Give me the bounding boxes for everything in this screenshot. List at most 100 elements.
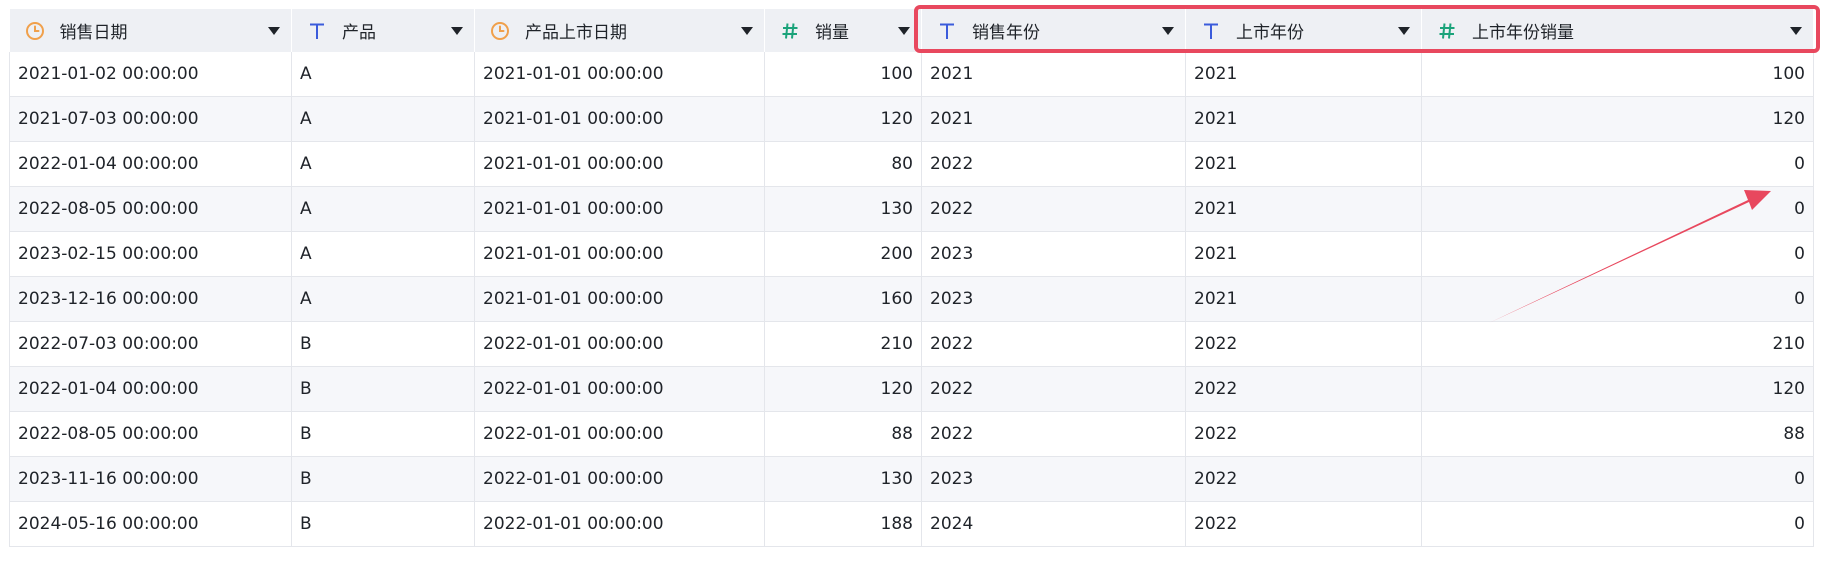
- table-cell[interactable]: 2021-01-01 00:00:00: [474, 231, 765, 277]
- table-cell[interactable]: A: [291, 276, 475, 322]
- table-row[interactable]: 2023-02-15 00:00:00 A 2021-01-01 00:00:00 2…: [9, 231, 1814, 277]
- column-header[interactable]: 销售日期: [9, 9, 292, 52]
- table-cell[interactable]: 2021: [921, 52, 1186, 97]
- table-row[interactable]: 2023-12-16 00:00:00 A 2021-01-01 00:00:00 1…: [9, 276, 1814, 322]
- table-cell[interactable]: 2022: [921, 186, 1186, 232]
- table-cell[interactable]: 2021: [921, 96, 1186, 142]
- table-cell[interactable]: 100: [764, 52, 922, 97]
- table-cell[interactable]: 2022: [1185, 456, 1422, 502]
- table-row[interactable]: 2024-05-16 00:00:00 B 2022-01-01 00:00:00 1…: [9, 501, 1814, 547]
- table-cell[interactable]: 80: [764, 141, 922, 187]
- table-cell[interactable]: A: [291, 186, 475, 232]
- table-cell[interactable]: 130: [764, 456, 922, 502]
- table-cell[interactable]: 2022-01-01 00:00:00: [474, 411, 765, 457]
- table-cell[interactable]: 88: [1421, 411, 1814, 457]
- column-header[interactable]: 产品上市日期: [474, 9, 765, 52]
- table-cell[interactable]: B: [291, 456, 475, 502]
- table-row[interactable]: 2021-07-03 00:00:00 A 2021-01-01 00:00:00 1…: [9, 96, 1814, 142]
- table-row[interactable]: 2022-01-04 00:00:00 B 2022-01-01 00:00:00 1…: [9, 366, 1814, 412]
- table-cell[interactable]: 0: [1421, 276, 1814, 322]
- table-cell[interactable]: 88: [764, 411, 922, 457]
- table-cell[interactable]: 2021: [1185, 52, 1422, 97]
- table-cell[interactable]: 2021: [1185, 96, 1422, 142]
- table-cell[interactable]: 2021: [1185, 186, 1422, 232]
- table-cell[interactable]: 2023: [921, 456, 1186, 502]
- table-cell[interactable]: 2021-01-01 00:00:00: [474, 96, 765, 142]
- table-row[interactable]: 2023-11-16 00:00:00 B 2022-01-01 00:00:00 1…: [9, 456, 1814, 502]
- table-cell[interactable]: 2024-05-16 00:00:00: [9, 501, 292, 547]
- table-cell[interactable]: 2021-01-01 00:00:00: [474, 186, 765, 232]
- table-cell[interactable]: B: [291, 321, 475, 367]
- table-cell[interactable]: 2022: [921, 366, 1186, 412]
- table-cell[interactable]: 188: [764, 501, 922, 547]
- column-header[interactable]: 上市年份: [1185, 9, 1422, 52]
- table-cell[interactable]: 2022: [1185, 366, 1422, 412]
- table-cell[interactable]: 2022-08-05 00:00:00: [9, 186, 292, 232]
- table-cell[interactable]: B: [291, 501, 475, 547]
- table-cell[interactable]: 2022-01-01 00:00:00: [474, 366, 765, 412]
- table-cell[interactable]: 2022-01-01 00:00:00: [474, 501, 765, 547]
- table-cell[interactable]: 120: [1421, 96, 1814, 142]
- table-cell[interactable]: 0: [1421, 501, 1814, 547]
- table-cell[interactable]: 2022: [921, 141, 1186, 187]
- table-cell[interactable]: 2024: [921, 501, 1186, 547]
- table-cell[interactable]: 200: [764, 231, 922, 277]
- table-cell[interactable]: 2021: [1185, 231, 1422, 277]
- table-cell[interactable]: 2022: [1185, 501, 1422, 547]
- table-row[interactable]: 2022-07-03 00:00:00 B 2022-01-01 00:00:00 2…: [9, 321, 1814, 367]
- table-cell[interactable]: 160: [764, 276, 922, 322]
- table-cell[interactable]: 0: [1421, 186, 1814, 232]
- table-cell[interactable]: 210: [764, 321, 922, 367]
- table-cell[interactable]: 2021-07-03 00:00:00: [9, 96, 292, 142]
- table-cell[interactable]: 0: [1421, 141, 1814, 187]
- table-row[interactable]: 2021-01-02 00:00:00 A 2021-01-01 00:00:00 1…: [9, 52, 1814, 97]
- table-cell[interactable]: A: [291, 231, 475, 277]
- table-cell[interactable]: 2022-08-05 00:00:00: [9, 411, 292, 457]
- table-cell[interactable]: A: [291, 96, 475, 142]
- chevron-down-icon[interactable]: [1397, 24, 1411, 38]
- chevron-down-icon[interactable]: [740, 24, 754, 38]
- table-cell[interactable]: 2021-01-01 00:00:00: [474, 52, 765, 97]
- table-cell[interactable]: 2021: [1185, 276, 1422, 322]
- table-cell[interactable]: 100: [1421, 52, 1814, 97]
- table-row[interactable]: 2022-08-05 00:00:00 B 2022-01-01 00:00:00 8…: [9, 411, 1814, 457]
- table-cell[interactable]: 2021: [1185, 141, 1422, 187]
- table-cell[interactable]: 2022: [1185, 411, 1422, 457]
- table-cell[interactable]: 2022: [921, 411, 1186, 457]
- column-header[interactable]: 产品: [291, 9, 475, 52]
- table-cell[interactable]: 2022: [1185, 321, 1422, 367]
- table-cell[interactable]: 2023: [921, 276, 1186, 322]
- table-cell[interactable]: 0: [1421, 231, 1814, 277]
- chevron-down-icon[interactable]: [1789, 24, 1803, 38]
- table-cell[interactable]: 120: [764, 96, 922, 142]
- table-cell[interactable]: 130: [764, 186, 922, 232]
- table-cell[interactable]: 2021-01-01 00:00:00: [474, 141, 765, 187]
- table-cell[interactable]: 2021-01-02 00:00:00: [9, 52, 292, 97]
- column-header[interactable]: 上市年份销量: [1421, 9, 1814, 52]
- table-cell[interactable]: A: [291, 141, 475, 187]
- table-cell[interactable]: 2023-11-16 00:00:00: [9, 456, 292, 502]
- table-row[interactable]: 2022-08-05 00:00:00 A 2021-01-01 00:00:00 1…: [9, 186, 1814, 232]
- chevron-down-icon[interactable]: [1161, 24, 1175, 38]
- table-cell[interactable]: 2022: [921, 321, 1186, 367]
- table-cell[interactable]: 2022-07-03 00:00:00: [9, 321, 292, 367]
- table-cell[interactable]: 2022-01-04 00:00:00: [9, 141, 292, 187]
- chevron-down-icon[interactable]: [267, 24, 281, 38]
- table-cell[interactable]: 2023-02-15 00:00:00: [9, 231, 292, 277]
- table-cell[interactable]: 210: [1421, 321, 1814, 367]
- table-cell[interactable]: 2022-01-04 00:00:00: [9, 366, 292, 412]
- chevron-down-icon[interactable]: [897, 24, 911, 38]
- table-cell[interactable]: B: [291, 366, 475, 412]
- table-cell[interactable]: 2022-01-01 00:00:00: [474, 321, 765, 367]
- table-cell[interactable]: 2021-01-01 00:00:00: [474, 276, 765, 322]
- table-cell[interactable]: B: [291, 411, 475, 457]
- table-row[interactable]: 2022-01-04 00:00:00 A 2021-01-01 00:00:00 8…: [9, 141, 1814, 187]
- table-cell[interactable]: 2023: [921, 231, 1186, 277]
- table-cell[interactable]: 2022-01-01 00:00:00: [474, 456, 765, 502]
- table-cell[interactable]: 2023-12-16 00:00:00: [9, 276, 292, 322]
- table-cell[interactable]: 0: [1421, 456, 1814, 502]
- table-cell[interactable]: A: [291, 52, 475, 97]
- table-cell[interactable]: 120: [764, 366, 922, 412]
- column-header[interactable]: 销量: [764, 9, 922, 52]
- chevron-down-icon[interactable]: [450, 24, 464, 38]
